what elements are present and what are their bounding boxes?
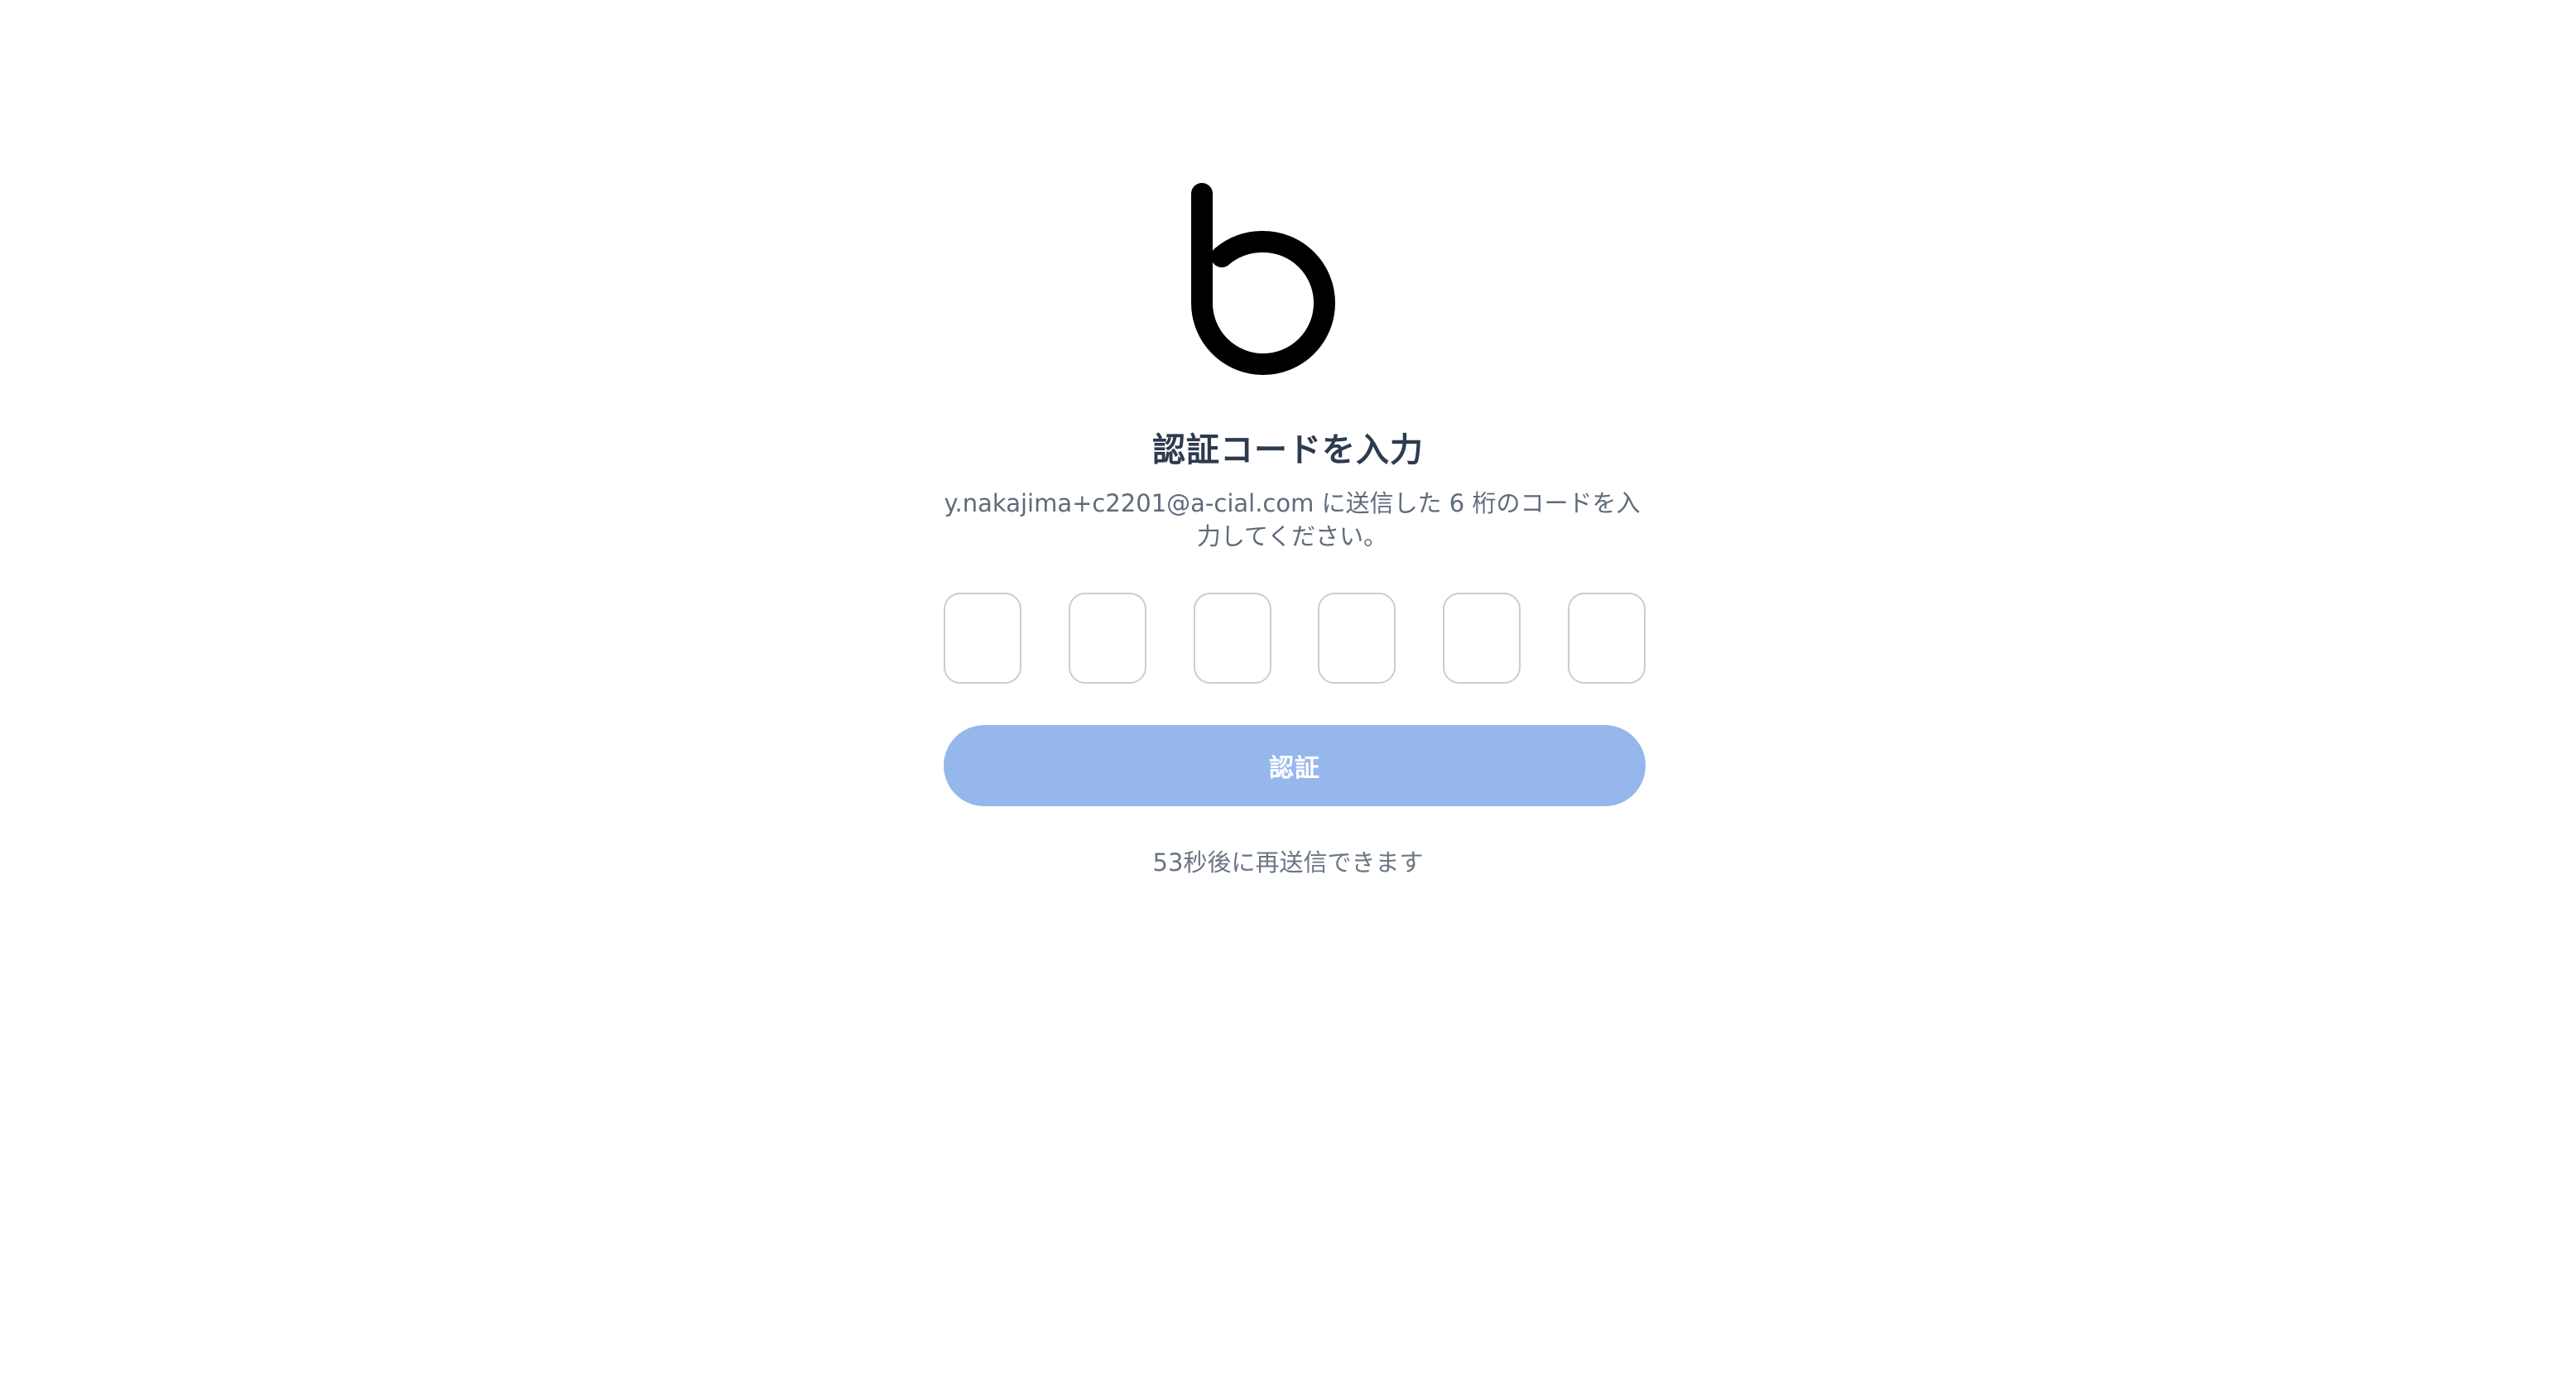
page-title: 認証コードを入力	[1152, 431, 1424, 469]
brand-logo	[1189, 146, 1401, 377]
code-digit-4-input[interactable]	[1318, 593, 1396, 684]
resend-countdown-text: 53秒後に再送信できます	[1152, 848, 1424, 877]
code-input-group	[944, 593, 1646, 685]
b-plus-logo-icon	[1191, 148, 1390, 375]
code-digit-5-input[interactable]	[1443, 593, 1521, 684]
code-digit-3-input[interactable]	[1193, 593, 1271, 684]
verify-button[interactable]: 認証	[944, 725, 1646, 806]
instruction-text: y.nakajima+c2201@a-cial.com に送信した 6 桁のコー…	[944, 489, 1641, 550]
code-digit-1-input[interactable]	[944, 593, 1021, 684]
verification-page: 認証コードを入力 y.nakajima+c2201@a-cial.com に送信…	[0, 0, 2576, 1379]
code-digit-2-input[interactable]	[1068, 593, 1146, 684]
code-digit-6-input[interactable]	[1567, 593, 1646, 684]
